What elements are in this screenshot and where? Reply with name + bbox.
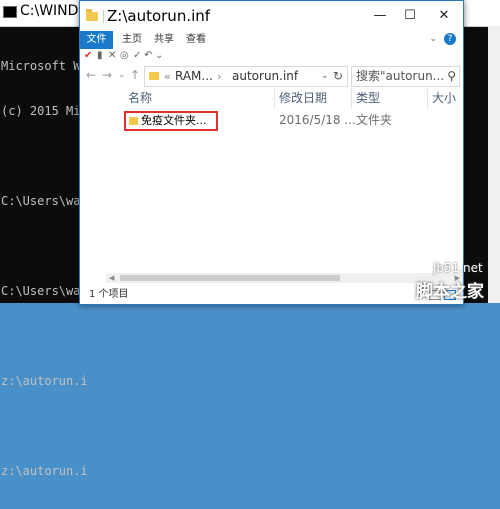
scroll-left-icon[interactable]: ◀: [109, 273, 114, 283]
console-output: Microsoft Wi (c) 2015 Mic C:\Users\wan C…: [1, 29, 88, 509]
status-bar: 1 个项目: [80, 286, 463, 304]
breadcrumb-item[interactable]: RAM...: [175, 67, 213, 86]
column-header-name[interactable]: 名称: [128, 90, 152, 106]
item-count: 1 个项目: [89, 289, 129, 300]
folder-icon: [86, 9, 98, 21]
pin-icon[interactable]: ✓: [133, 49, 141, 62]
chevron-down-icon[interactable]: ⌄: [118, 67, 126, 83]
undo-icon[interactable]: ↶: [144, 49, 152, 62]
close-button[interactable]: ✕: [429, 1, 459, 31]
checkmark-icon[interactable]: ✔: [84, 49, 92, 62]
titlebar-divider: [103, 10, 104, 23]
maximize-button[interactable]: ☐: [395, 1, 425, 31]
file-name[interactable]: 免疫文件夹...: [141, 113, 207, 129]
column-header-date[interactable]: 修改日期: [279, 90, 327, 106]
search-input[interactable]: 搜索"autorun... ⚲: [351, 66, 460, 87]
search-icon[interactable]: ⚲: [447, 67, 456, 86]
column-divider[interactable]: [427, 89, 428, 109]
console-line: C:\Users\wan: [1, 284, 88, 298]
folder-icon: [129, 117, 138, 125]
properties-icon[interactable]: ▮: [97, 49, 103, 62]
refresh-icon[interactable]: ↻: [333, 67, 343, 86]
chevron-down-icon[interactable]: ⌄: [321, 67, 329, 86]
address-bar[interactable]: « RAM... › autorun.inf ⌄ ↻: [144, 66, 348, 87]
tab-share[interactable]: 共享: [152, 31, 176, 49]
console-scrollbar[interactable]: [488, 26, 500, 303]
quick-access-toolbar: ✔ ▮ ✕ ◎ ✓ ↶ ⌄: [80, 49, 463, 64]
tab-home[interactable]: 主页: [120, 31, 144, 49]
up-arrow-icon[interactable]: ↑: [130, 67, 140, 83]
breadcrumb-item[interactable]: autorun.inf: [232, 67, 298, 86]
console-line: C:\Users\wan: [1, 194, 88, 208]
delete-icon[interactable]: ✕: [108, 49, 116, 62]
console-line: z:\autorun.i: [1, 464, 88, 478]
overflow-indicator[interactable]: «: [164, 67, 171, 86]
help-icon[interactable]: ?: [444, 33, 456, 45]
navigation-bar: ← → ⌄ ↑ « RAM... › autorun.inf ⌄ ↻ 搜索"au…: [80, 63, 463, 87]
tab-file[interactable]: 文件: [80, 31, 113, 49]
tab-view[interactable]: 查看: [184, 31, 208, 49]
back-arrow-icon[interactable]: ←: [86, 67, 96, 83]
rename-icon[interactable]: ◎: [120, 49, 129, 62]
file-type: 文件夹: [356, 113, 393, 127]
console-line: (c) 2015 Mic: [1, 104, 88, 118]
explorer-titlebar[interactable]: Z:\autorun.inf — ☐ ✕: [80, 1, 463, 31]
column-header-size[interactable]: 大小: [432, 90, 456, 106]
column-header-type[interactable]: 类型: [356, 90, 380, 106]
file-list: 名称 修改日期 类型 大小 免疫文件夹... 2016/5/18 ... 文件夹: [80, 87, 463, 283]
chevron-right-icon[interactable]: ›: [217, 67, 221, 86]
horizontal-scrollbar[interactable]: ◀ ▶: [106, 273, 463, 283]
watermark-text: 脚本之家: [416, 282, 484, 302]
forward-arrow-icon[interactable]: →: [102, 67, 112, 83]
column-divider[interactable]: [351, 89, 352, 109]
table-row[interactable]: 免疫文件夹... 2016/5/18 ... 文件夹: [124, 111, 454, 131]
window-title: Z:\autorun.inf: [107, 7, 211, 25]
chevron-down-icon[interactable]: ⌄: [155, 49, 163, 62]
minimize-button[interactable]: —: [365, 1, 395, 31]
scrollbar-thumb[interactable]: [120, 275, 340, 281]
explorer-window: Z:\autorun.inf — ☐ ✕ 文件 主页 共享 查看 ⌄ ? ✔ ▮…: [79, 0, 464, 305]
console-line: z:\autorun.i: [1, 374, 88, 388]
file-date: 2016/5/18 ...: [279, 113, 356, 127]
column-divider[interactable]: [274, 89, 275, 109]
highlight-box: 免疫文件夹...: [124, 111, 218, 131]
chevron-down-icon[interactable]: ⌄: [429, 34, 437, 44]
folder-icon: [149, 72, 159, 80]
ribbon-tabs: 文件 主页 共享 查看 ⌄ ?: [80, 31, 463, 49]
console-icon: [3, 6, 17, 18]
search-placeholder: 搜索"autorun...: [356, 69, 445, 83]
console-line: Microsoft Wi: [1, 59, 88, 73]
watermark-url: jb51.net: [433, 261, 483, 275]
